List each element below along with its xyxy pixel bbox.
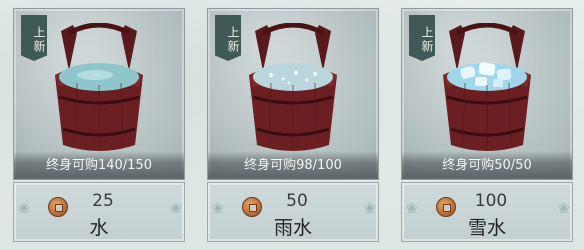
rain-water-bucket-icon [249, 23, 337, 151]
new-tag: 上新 [215, 15, 241, 61]
price-value: 100 [474, 191, 508, 211]
purchase-limit: 终身可购98/100 [208, 151, 378, 179]
price-value: 50 [286, 191, 308, 211]
shop-item-snow-water[interactable]: 上新 终身可购50/50 ❀ ❀ 100 雪水 [401, 8, 573, 242]
water-bucket-icon [55, 23, 143, 151]
purchase-limit: 终身可购50/50 [402, 151, 572, 179]
item-name: 雨水 [273, 217, 312, 239]
buy-panel[interactable]: ❀ ❀ 25 水 [13, 182, 185, 242]
item-card[interactable]: 上新 终身可购98/100 [207, 8, 379, 180]
item-card[interactable]: 上新 终身可购50/50 [401, 8, 573, 180]
item-name: 雪水 [467, 217, 506, 239]
snow-water-bucket-icon [443, 23, 531, 151]
shop-item-water[interactable]: 上新 终身可购140/150 ❀ ❀ 25 水 [13, 8, 185, 242]
price-value: 25 [92, 191, 114, 211]
shop-item-rain-water[interactable]: 上新 终身可购98/100 ❀ ❀ 50 雨水 [207, 8, 379, 242]
buy-panel[interactable]: ❀ ❀ 100 雪水 [401, 182, 573, 242]
new-tag: 上新 [21, 15, 47, 61]
item-card[interactable]: 上新 终身可购140/150 [13, 8, 185, 180]
item-name: 水 [89, 217, 109, 239]
buy-panel[interactable]: ❀ ❀ 50 雨水 [207, 182, 379, 242]
purchase-limit: 终身可购140/150 [14, 151, 184, 179]
new-tag: 上新 [409, 15, 435, 61]
